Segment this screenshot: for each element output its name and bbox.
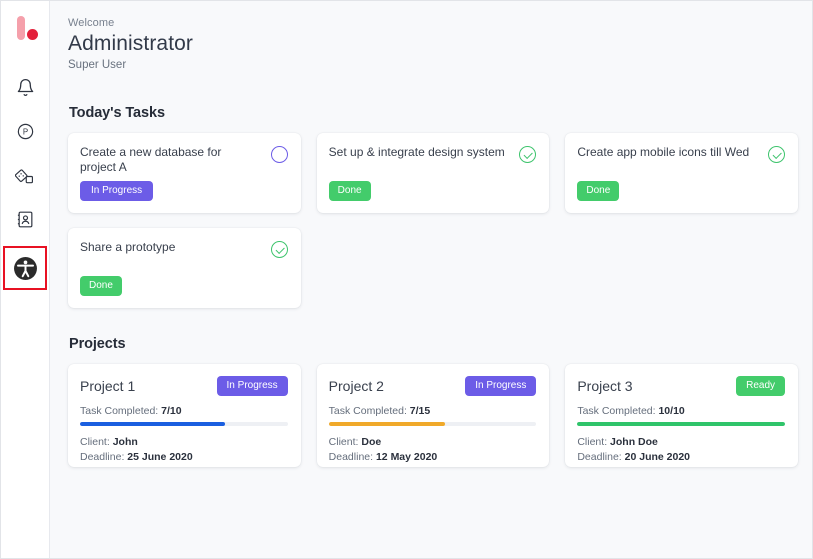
task-completed-value: 7/15 — [410, 405, 430, 417]
task-title: Create a new database for project A — [80, 145, 260, 175]
task-header: Share a prototype — [80, 240, 288, 258]
project-status-badge[interactable]: Ready — [736, 376, 785, 396]
welcome-header: Welcome Administrator Super User — [68, 17, 798, 71]
task-completed-value: 7/10 — [161, 405, 181, 417]
accessibility-icon[interactable] — [5, 248, 45, 288]
deadline-value: 25 June 2020 — [127, 451, 192, 463]
logo-dot-shape — [27, 29, 38, 40]
project-card[interactable]: Project 1 In Progress Task Completed: 7/… — [68, 364, 301, 467]
project-name: Project 3 — [577, 378, 632, 394]
contact-card-icon[interactable] — [8, 202, 42, 236]
status-badge[interactable]: Done — [80, 276, 122, 296]
project-task-completed: Task Completed: 10/10 — [577, 405, 785, 417]
projects-section-title: Projects — [69, 336, 798, 352]
client-label: Client: — [329, 436, 359, 448]
task-status-done-icon[interactable] — [519, 146, 536, 163]
client-label: Client: — [577, 436, 607, 448]
app-window: P — [0, 0, 813, 559]
project-client: Client: John Doe — [577, 435, 785, 450]
progress-track — [577, 422, 785, 426]
task-completed-label: Task Completed: — [329, 405, 407, 417]
task-completed-value: 10/10 — [658, 405, 684, 417]
main-content: Welcome Administrator Super User Today's… — [50, 1, 812, 558]
project-status-badge[interactable]: In Progress — [217, 376, 288, 396]
status-badge[interactable]: Done — [577, 181, 619, 201]
task-status-open-icon[interactable] — [271, 146, 288, 163]
task-status-done-icon[interactable] — [768, 146, 785, 163]
project-task-completed: Task Completed: 7/15 — [329, 405, 537, 417]
task-status-done-icon[interactable] — [271, 241, 288, 258]
task-completed-label: Task Completed: — [80, 405, 158, 417]
task-card[interactable]: Set up & integrate design system Done — [317, 133, 550, 213]
design-shapes-icon[interactable] — [8, 158, 42, 192]
task-completed-label: Task Completed: — [577, 405, 655, 417]
projects-row: Project 1 In Progress Task Completed: 7/… — [68, 364, 798, 467]
deadline-value: 20 June 2020 — [625, 451, 690, 463]
task-card[interactable]: Share a prototype Done — [68, 228, 301, 308]
task-header: Create a new database for project A — [80, 145, 288, 175]
task-header: Set up & integrate design system — [329, 145, 537, 163]
bell-icon[interactable] — [8, 70, 42, 104]
task-card[interactable]: Create app mobile icons till Wed Done — [565, 133, 798, 213]
brand-logo — [9, 14, 41, 48]
page-title: Administrator — [68, 32, 798, 56]
logo-bar-shape — [17, 16, 25, 40]
deadline-value: 12 May 2020 — [376, 451, 437, 463]
tasks-section-title: Today's Tasks — [69, 105, 798, 121]
progress-fill — [577, 422, 785, 426]
client-value: Doe — [361, 436, 381, 448]
tasks-row-1: Create a new database for project A In P… — [68, 133, 798, 213]
task-title: Share a prototype — [80, 240, 175, 255]
sidebar: P — [1, 1, 50, 558]
progress-fill — [80, 422, 225, 426]
welcome-label: Welcome — [68, 17, 798, 29]
client-value: John — [113, 436, 138, 448]
user-role: Super User — [68, 59, 798, 71]
status-badge[interactable]: Done — [329, 181, 371, 201]
client-label: Client: — [80, 436, 110, 448]
task-title: Set up & integrate design system — [329, 145, 505, 160]
project-client: Client: John — [80, 435, 288, 450]
tasks-row-2: Share a prototype Done — [68, 228, 798, 308]
task-header: Create app mobile icons till Wed — [577, 145, 785, 163]
project-header: Project 3 Ready — [577, 376, 785, 396]
project-name: Project 2 — [329, 378, 384, 394]
project-deadline: Deadline: 25 June 2020 — [80, 450, 288, 465]
svg-text:P: P — [22, 127, 27, 136]
empty-slot — [565, 228, 798, 308]
project-deadline: Deadline: 20 June 2020 — [577, 450, 785, 465]
task-title: Create app mobile icons till Wed — [577, 145, 749, 160]
project-client: Client: Doe — [329, 435, 537, 450]
deadline-label: Deadline: — [329, 451, 373, 463]
deadline-label: Deadline: — [80, 451, 124, 463]
progress-fill — [329, 422, 445, 426]
project-name: Project 1 — [80, 378, 135, 394]
project-header: Project 1 In Progress — [80, 376, 288, 396]
project-task-completed: Task Completed: 7/10 — [80, 405, 288, 417]
p-circle-icon[interactable]: P — [8, 114, 42, 148]
empty-slot — [317, 228, 550, 308]
progress-track — [329, 422, 537, 426]
deadline-label: Deadline: — [577, 451, 621, 463]
status-badge[interactable]: In Progress — [80, 181, 153, 201]
project-card[interactable]: Project 2 In Progress Task Completed: 7/… — [317, 364, 550, 467]
task-card[interactable]: Create a new database for project A In P… — [68, 133, 301, 213]
project-header: Project 2 In Progress — [329, 376, 537, 396]
project-deadline: Deadline: 12 May 2020 — [329, 450, 537, 465]
progress-track — [80, 422, 288, 426]
client-value: John Doe — [610, 436, 658, 448]
project-card[interactable]: Project 3 Ready Task Completed: 10/10 Cl… — [565, 364, 798, 467]
project-status-badge[interactable]: In Progress — [465, 376, 536, 396]
